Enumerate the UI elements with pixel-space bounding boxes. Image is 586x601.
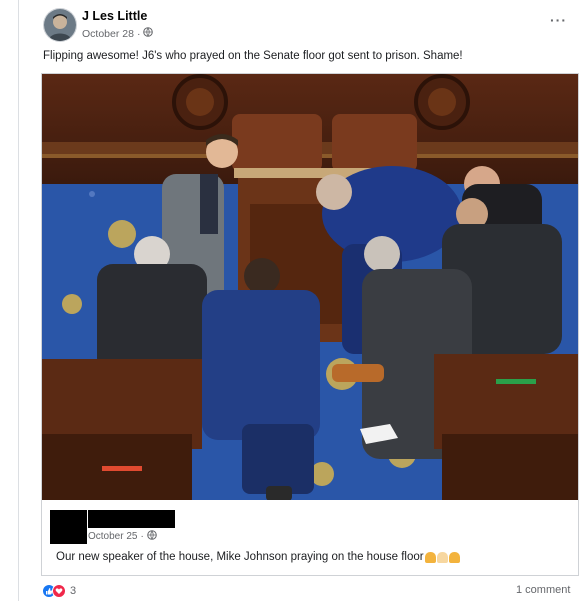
- author-avatar[interactable]: [43, 8, 77, 42]
- post-meta: October 28 ·: [82, 27, 154, 40]
- meta-separator: ·: [136, 27, 141, 40]
- shared-post[interactable]: October 25 · Our new speaker of the hous…: [41, 500, 579, 576]
- reaction-summary[interactable]: 3: [42, 584, 76, 598]
- comment-count[interactable]: 1 comment: [516, 584, 570, 596]
- shared-post-meta: October 25 ·: [88, 530, 157, 543]
- shared-photo[interactable]: [41, 73, 579, 501]
- author-name[interactable]: J Les Little: [82, 9, 147, 23]
- pray-emoji-group: [424, 551, 460, 563]
- meta-separator: ·: [140, 531, 144, 542]
- shared-post-date[interactable]: October 25: [88, 531, 137, 542]
- post-card: J Les Little October 28 · ··· Flipping a…: [30, 0, 586, 601]
- post-date[interactable]: October 28: [82, 28, 134, 40]
- photo-illustration: [42, 74, 578, 501]
- globe-icon: [143, 27, 154, 40]
- shared-post-text: Our new speaker of the house, Mike Johns…: [56, 551, 460, 563]
- pray-icon: [424, 551, 436, 563]
- more-options-icon[interactable]: ···: [550, 12, 567, 28]
- redacted-name: [88, 510, 175, 528]
- love-icon: [52, 584, 66, 598]
- post-text: Flipping awesome! J6's who prayed on the…: [43, 50, 463, 62]
- pray-icon: [436, 551, 448, 563]
- shared-post-caption: Our new speaker of the house, Mike Johns…: [56, 551, 424, 563]
- pray-icon: [448, 551, 460, 563]
- reaction-count[interactable]: 3: [70, 585, 76, 597]
- globe-icon: [147, 530, 157, 543]
- feed-divider: [18, 0, 19, 601]
- redacted-avatar: [50, 510, 87, 544]
